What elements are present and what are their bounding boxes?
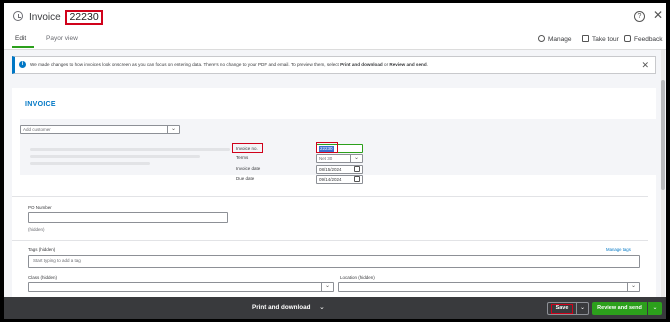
po-number-input[interactable] (28, 212, 228, 223)
review-options-dropdown[interactable]: ⌄ (648, 302, 662, 315)
manage-button[interactable]: Manage (538, 35, 572, 43)
save-button[interactable]: Save (551, 304, 573, 314)
notice-bold-2: Review and send (389, 62, 427, 67)
invoice-no-value-highlight (316, 142, 338, 153)
location-select[interactable]: ⌄ (338, 282, 640, 292)
invoice-no-label-highlight (232, 143, 263, 153)
manage-label: Manage (548, 36, 572, 43)
invoice-number-highlight: 22230 (65, 10, 103, 25)
due-date-value: 09/14/2024 (319, 177, 342, 182)
window-title-label: Invoice (29, 12, 61, 23)
class-label: Class (hidden) (28, 275, 58, 280)
po-number-hint: (hidden) (28, 227, 45, 232)
invoice-date-input[interactable]: 08/15/2024 (316, 165, 363, 174)
help-icon[interactable]: ? (634, 11, 645, 22)
invoice-heading: INVOICE (25, 101, 56, 108)
chevron-down-icon: ⌄ (167, 125, 179, 134)
location-label: Location (hidden) (340, 275, 375, 280)
notice-text-3: . (426, 62, 428, 67)
take-tour-label: Take tour (592, 36, 619, 43)
tab-edit[interactable]: Edit (11, 35, 35, 48)
class-select[interactable]: ⌄ (28, 282, 334, 292)
terms-select[interactable]: Net 30 ⌄ (316, 154, 363, 163)
info-banner-message: We made changes to how invoices look ons… (30, 62, 428, 67)
content-area: i We made changes to how invoices look o… (4, 50, 666, 300)
info-banner: i We made changes to how invoices look o… (12, 56, 656, 74)
close-icon[interactable]: ✕ (653, 8, 663, 22)
calendar-icon[interactable] (354, 166, 360, 172)
bottom-action-bar: Print and download ⌄ Save ⌄ Review and s… (4, 297, 666, 319)
history-icon[interactable] (13, 11, 23, 21)
tour-icon (582, 35, 589, 42)
po-number-label: PO Number (28, 205, 52, 210)
vertical-scrollbar[interactable] (661, 50, 665, 297)
review-and-send-button[interactable]: Review and send (592, 302, 647, 315)
info-icon: i (19, 61, 26, 68)
invoice-window: Invoice 22230 ? ✕ Edit Payor view Manage… (4, 3, 666, 319)
chevron-down-icon: ⌄ (350, 154, 362, 163)
terms-value: Net 30 (319, 156, 333, 161)
manage-tags-link[interactable]: Manage tags (606, 247, 631, 252)
take-tour-button[interactable]: Take tour (582, 35, 619, 43)
tags-label: Tags (hidden) (28, 247, 56, 252)
view-tabs: Edit Payor view Manage Take tour Feedbac… (4, 28, 666, 50)
placeholder-line (30, 155, 200, 158)
close-banner-icon[interactable]: ✕ (641, 60, 649, 71)
calendar-icon[interactable] (354, 176, 360, 182)
gear-icon (538, 35, 545, 42)
placeholder-line (30, 148, 230, 151)
notice-text-1: We made changes to how invoices look ons… (30, 62, 341, 67)
tags-input[interactable]: Start typing to add a tag (28, 255, 640, 268)
save-button-group: Save ⌄ (547, 302, 589, 315)
feedback-button[interactable]: Feedback (624, 35, 663, 43)
chevron-down-icon: ⌄ (627, 282, 639, 291)
notice-bold-1: Print and download (340, 62, 383, 67)
chevron-down-icon: ⌄ (321, 282, 333, 291)
placeholder-line (30, 162, 150, 165)
print-and-download-button[interactable]: Print and download (252, 304, 310, 311)
customer-select[interactable]: Add customer ⌄ (20, 125, 180, 134)
tags-placeholder: Start typing to add a tag (33, 258, 81, 263)
save-options-dropdown[interactable]: ⌄ (576, 303, 588, 314)
tab-payor-view[interactable]: Payor view (46, 35, 78, 42)
terms-label: Terms (236, 155, 249, 160)
feedback-icon (624, 35, 631, 42)
customer-placeholder: Add customer (23, 127, 51, 132)
chevron-down-icon[interactable]: ⌄ (319, 303, 325, 311)
section-divider (12, 240, 648, 241)
scrollbar-thumb[interactable] (661, 80, 665, 190)
title-bar: Invoice 22230 ? ✕ (4, 3, 666, 28)
invoice-date-value: 08/15/2024 (319, 167, 342, 172)
section-divider (12, 196, 648, 197)
invoice-form-card: INVOICE (12, 88, 656, 300)
due-date-input[interactable]: 09/14/2024 (316, 175, 363, 184)
feedback-label: Feedback (634, 36, 663, 43)
window-title: Invoice 22230 (29, 10, 103, 25)
due-date-label: Due date (236, 176, 255, 181)
invoice-date-label: Invoice date (236, 166, 261, 171)
